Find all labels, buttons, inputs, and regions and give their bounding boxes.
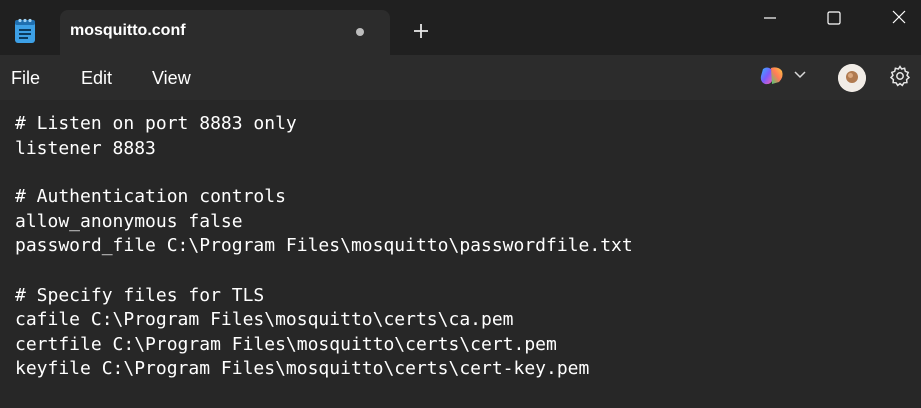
minimize-icon[interactable]	[756, 6, 784, 30]
copilot-icon[interactable]	[759, 65, 785, 87]
editor-line[interactable]: password_file C:\Program Files\mosquitto…	[15, 234, 633, 258]
gear-icon[interactable]	[888, 64, 912, 88]
tab-mosquitto-conf[interactable]: mosquitto.conf	[60, 10, 390, 55]
menu-view[interactable]: View	[152, 68, 191, 89]
editor-line[interactable]: certfile C:\Program Files\mosquitto\cert…	[15, 333, 557, 357]
editor-line[interactable]: cafile C:\Program Files\mosquitto\certs\…	[15, 308, 514, 332]
close-icon[interactable]	[886, 6, 914, 30]
editor-line[interactable]: # Authentication controls	[15, 185, 286, 209]
editor-line[interactable]: allow_anonymous false	[15, 210, 243, 234]
avatar[interactable]	[838, 64, 866, 92]
maximize-icon[interactable]	[820, 6, 848, 30]
menu-edit[interactable]: Edit	[81, 68, 112, 89]
avatar-picture	[838, 64, 866, 92]
notepad-icon	[15, 18, 35, 43]
menu-file[interactable]: File	[11, 68, 40, 89]
editor-line[interactable]: listener 8883	[15, 137, 156, 161]
editor-line[interactable]: # Specify files for TLS	[15, 284, 264, 308]
editor-line[interactable]: keyfile C:\Program Files\mosquitto\certs…	[15, 357, 589, 381]
title-bar: mosquitto.conf	[0, 0, 921, 55]
unsaved-indicator[interactable]	[356, 28, 364, 36]
chevron-down-icon[interactable]	[793, 70, 807, 80]
editor-line[interactable]: # Listen on port 8883 only	[15, 112, 297, 136]
plus-icon[interactable]	[410, 20, 432, 42]
tab-title: mosquitto.conf	[70, 22, 186, 39]
